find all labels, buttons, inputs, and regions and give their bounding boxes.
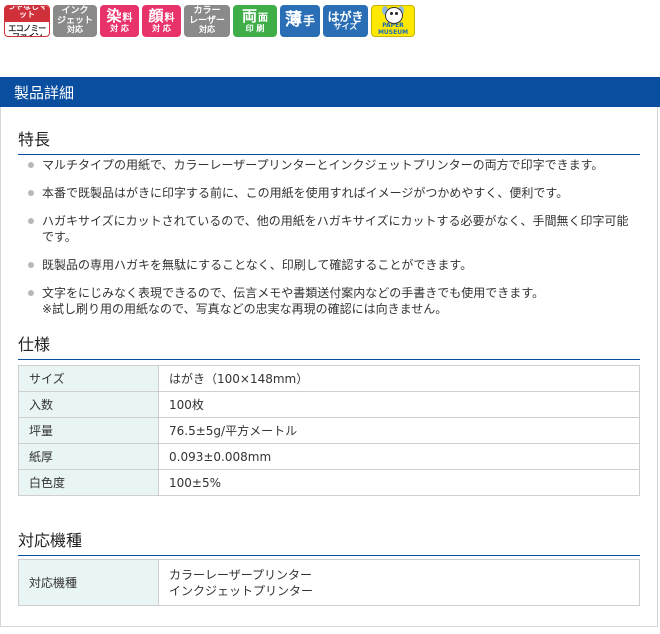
- features-list: マルチタイプの用紙で、カラーレーザープリンターとインクジェットプリンターの両方で…: [28, 157, 638, 329]
- compat-value: カラーレーザープリンター インクジェットプリンター: [158, 559, 640, 606]
- compat-value-line1: カラーレーザープリンター: [169, 567, 313, 582]
- badge-duplex: 両 面 印 刷: [233, 5, 277, 37]
- table-row: 対応機種 カラーレーザープリンター インクジェットプリンター: [18, 559, 640, 606]
- list-item: マルチタイプの用紙で、カラーレーザープリンターとインクジェットプリンターの両方で…: [28, 157, 638, 173]
- spec-value: はがき（100×148mm）: [158, 365, 640, 392]
- dog-mascot-icon: [382, 6, 404, 24]
- badge-duplex-big: 両: [241, 6, 257, 25]
- badge-hagaki-size: はがき サイズ: [323, 5, 368, 37]
- spec-key: 坪量: [18, 417, 159, 444]
- product-details-header: 製品詳細: [0, 77, 660, 107]
- table-row: 入数 100枚: [18, 391, 640, 418]
- badge-dye-sub: 対 応: [110, 23, 129, 33]
- spec-key: 白色度: [18, 469, 159, 496]
- compat-heading: 対応機種: [18, 527, 640, 556]
- spec-table: サイズ はがき（100×148mm） 入数 100枚 坪量 76.5±5g/平方…: [18, 365, 640, 496]
- badge-inkjet: インク ジェット 対応: [53, 5, 97, 37]
- badge-thin-small: 手: [302, 14, 315, 29]
- badge-thin: 薄 手: [280, 5, 320, 37]
- spec-heading: 仕様: [18, 331, 640, 360]
- spec-key: サイズ: [18, 365, 159, 392]
- badge-economy-fine: つやなしマット エコノミーファイン: [4, 5, 50, 37]
- compat-value-line2: インクジェットプリンター: [169, 583, 314, 598]
- badge-pig-sub: 対 応: [152, 23, 171, 33]
- badge-ink-l3: 対応: [67, 25, 83, 35]
- feature-badges: つやなしマット エコノミーファイン インク ジェット 対応 染 料 対 応 顔 …: [4, 5, 415, 39]
- badge-museum-label: PAPER MUSEUM: [377, 22, 409, 36]
- badge-duplex-sub: 印 刷: [245, 23, 265, 33]
- badge-hagaki-l2: サイズ: [333, 22, 358, 32]
- list-item: 本番で既製品はがきに印字する前に、この用紙を使用すればイメージがつかめやすく、便…: [28, 185, 638, 201]
- spec-value: 100±5%: [158, 469, 640, 496]
- badge-pig-small: 料: [164, 12, 175, 24]
- compat-key: 対応機種: [18, 559, 159, 606]
- badge-color-laser: カラー レーザー 対応: [184, 5, 230, 37]
- compat-table: 対応機種 カラーレーザープリンター インクジェットプリンター: [18, 559, 640, 606]
- badge-eco-bottom: エコノミーファイン: [8, 23, 46, 37]
- list-item-line2: ※試し刷り用の用紙なので、写真などの忠実な再現の確認には向きません。: [42, 302, 448, 316]
- badge-pigment: 顔 料 対 応: [142, 5, 181, 37]
- spec-key: 入数: [18, 391, 159, 418]
- list-item: 既製品の専用ハガキを無駄にすることなく、印刷して確認することができます。: [28, 257, 638, 273]
- product-details-title: 製品詳細: [14, 83, 75, 102]
- badge-dye-big: 染: [106, 6, 122, 25]
- spec-value: 100枚: [158, 391, 640, 418]
- badge-eco-top: つやなしマット: [5, 6, 49, 22]
- badge-duplex-small: 面: [258, 12, 268, 24]
- table-row: 紙厚 0.093±0.008mm: [18, 443, 640, 470]
- features-heading: 特長: [18, 126, 640, 155]
- list-item: ハガキサイズにカットされているので、他の用紙をハガキサイズにカットする必要がなく…: [28, 213, 638, 245]
- badge-dye-small: 料: [122, 12, 133, 24]
- table-row: サイズ はがき（100×148mm）: [18, 365, 640, 392]
- table-row: 坪量 76.5±5g/平方メートル: [18, 417, 640, 444]
- spec-value: 0.093±0.008mm: [158, 443, 640, 470]
- list-item-line1: 文字をにじみなく表現できるので、伝言メモや書類送付案内などの手書きでも使用できま…: [42, 286, 545, 300]
- badge-paper-museum: PAPER MUSEUM: [371, 5, 415, 37]
- badge-pig-big: 顔: [148, 6, 164, 25]
- badge-thin-big: 薄: [284, 10, 302, 31]
- spec-value: 76.5±5g/平方メートル: [158, 417, 640, 444]
- badge-dye: 染 料 対 応: [100, 5, 139, 37]
- spec-key: 紙厚: [18, 443, 159, 470]
- badge-laser-l3: 対応: [199, 25, 215, 35]
- list-item: 文字をにじみなく表現できるので、伝言メモや書類送付案内などの手書きでも使用できま…: [28, 285, 638, 317]
- table-row: 白色度 100±5%: [18, 469, 640, 496]
